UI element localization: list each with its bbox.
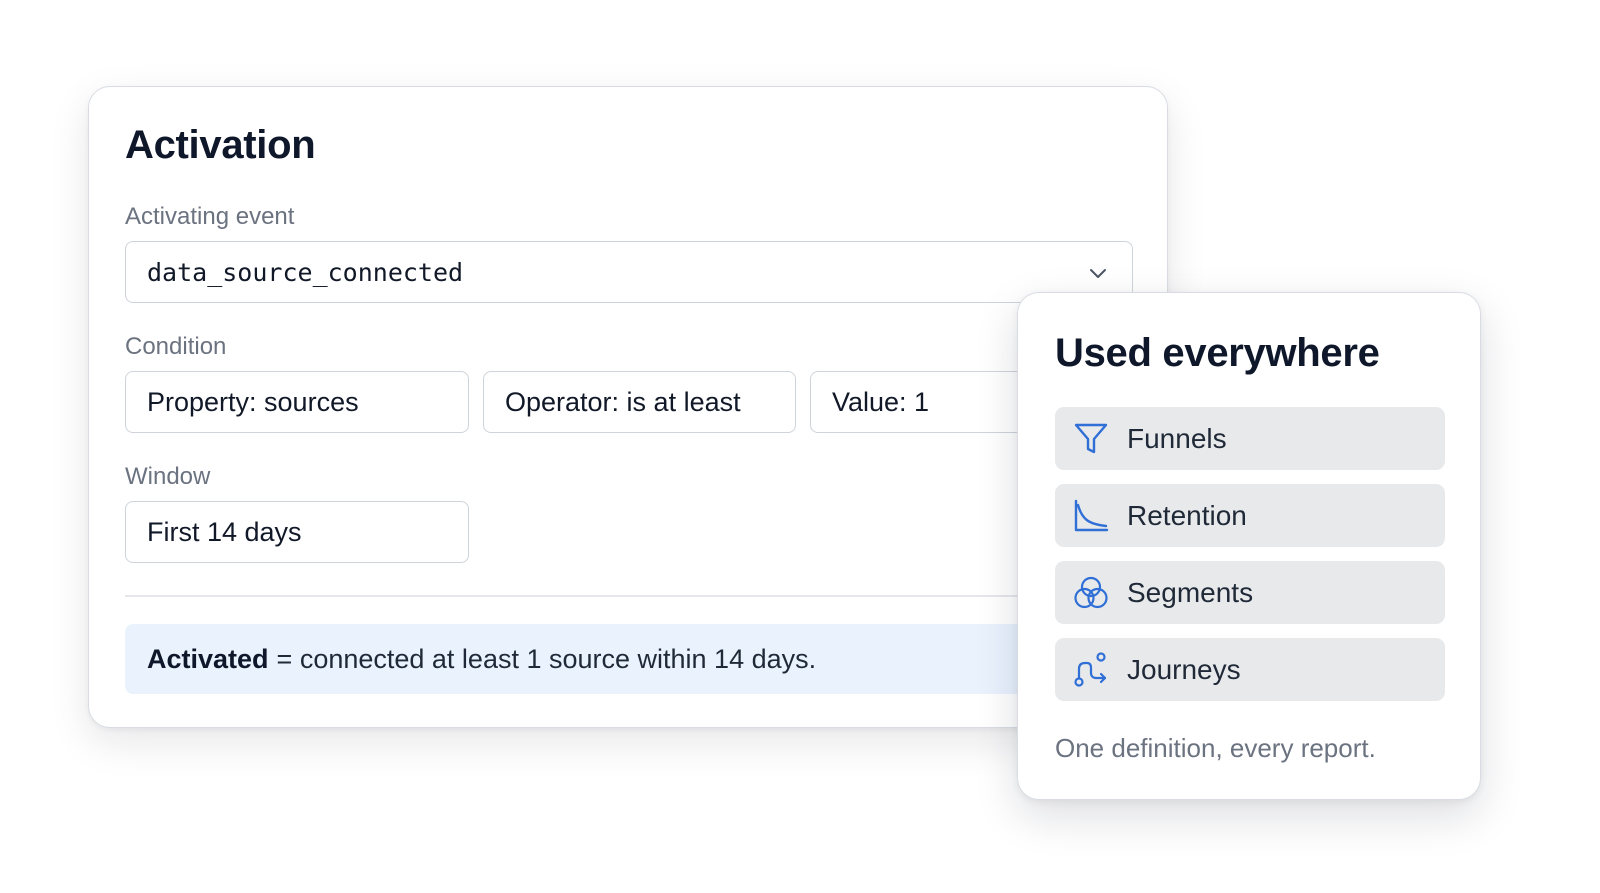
summary-definition: = connected at least 1 source within 14 … <box>276 643 817 674</box>
condition-label: Condition <box>125 333 227 360</box>
venn-circles-icon <box>1074 576 1108 608</box>
chevron-down-icon <box>1090 269 1106 278</box>
report-item-label: Segments <box>1127 576 1254 608</box>
report-item-funnels[interactable]: Funnels <box>1055 407 1445 470</box>
journey-path-icon <box>1074 651 1107 687</box>
footer-note: One definition, every report. <box>1055 733 1376 763</box>
report-item-retention[interactable]: Retention <box>1055 484 1445 547</box>
activating-event-label: Activating event <box>125 203 295 230</box>
activation-summary: Activated = connected at least 1 source … <box>125 624 1133 694</box>
report-item-label: Funnels <box>1127 422 1227 454</box>
card-title: Activation <box>125 123 316 167</box>
value-value: Value: 1 <box>832 386 930 417</box>
window-field[interactable]: First 14 days <box>125 501 469 563</box>
report-item-label: Retention <box>1127 499 1247 531</box>
operator-field[interactable]: Operator: is at least <box>483 371 796 433</box>
property-value: Property: sources <box>147 386 359 417</box>
property-field[interactable]: Property: sources <box>125 371 469 433</box>
report-item-journeys[interactable]: Journeys <box>1055 638 1445 701</box>
activation-card: Activation Activating event data_source_… <box>88 86 1168 728</box>
activating-event-select[interactable]: data_source_connected <box>125 241 1133 303</box>
summary-term: Activated <box>147 643 269 674</box>
activating-event-value: data_source_connected <box>147 257 464 287</box>
used-everywhere-title: Used everywhere <box>1055 331 1380 375</box>
retention-curve-icon <box>1074 499 1109 531</box>
window-value: First 14 days <box>147 516 302 547</box>
report-item-segments[interactable]: Segments <box>1055 561 1445 624</box>
divider <box>125 595 1133 597</box>
used-everywhere-card: Used everywhere Funnels Retention Segmen… <box>1017 292 1481 800</box>
operator-value: Operator: is at least <box>505 386 741 417</box>
window-label: Window <box>125 463 211 490</box>
report-item-label: Journeys <box>1127 653 1241 685</box>
funnel-icon <box>1074 423 1108 453</box>
